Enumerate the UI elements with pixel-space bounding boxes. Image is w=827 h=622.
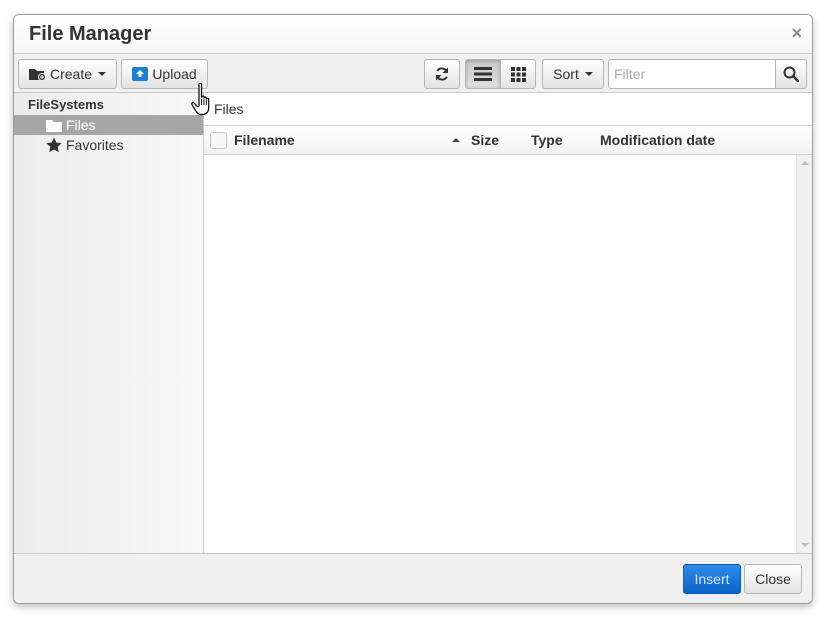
toolbar: Create Upload Sort	[14, 54, 812, 93]
upload-icon	[132, 67, 149, 81]
dialog-titlebar: File Manager ×	[14, 15, 812, 54]
sidebar-item-files[interactable]: Files	[14, 115, 203, 135]
list-view-icon	[474, 67, 492, 81]
file-list-scrollbar[interactable]	[796, 155, 812, 553]
chevron-down-icon	[584, 72, 593, 76]
sidebar-item-favorites[interactable]: Favorites	[14, 135, 203, 155]
column-filename[interactable]: Filename	[234, 132, 295, 148]
file-list-header: Filename Size Type Modification date	[204, 125, 812, 155]
column-type[interactable]: Type	[531, 132, 563, 148]
sidebar-item-label: Files	[66, 117, 96, 133]
dialog-title: File Manager	[29, 23, 152, 45]
grid-view-icon	[510, 66, 526, 82]
refresh-icon	[434, 66, 450, 82]
close-button[interactable]: Close	[744, 564, 802, 594]
filter-input[interactable]	[608, 59, 776, 89]
column-size[interactable]: Size	[471, 132, 499, 148]
chevron-down-icon	[98, 72, 107, 76]
column-modification-date[interactable]: Modification date	[600, 132, 715, 148]
star-icon	[46, 137, 62, 153]
folder-icon	[46, 117, 62, 133]
file-manager-dialog: File Manager × Create Upload Sort Filter…	[13, 14, 813, 604]
sidebar-item-label: Favorites	[66, 137, 124, 153]
upload-button[interactable]: Upload	[121, 59, 208, 89]
insert-button[interactable]: Insert	[683, 564, 741, 594]
file-list-panel: Files Filename Size Type Modification da…	[204, 93, 812, 553]
dialog-footer: Insert Close	[14, 553, 812, 603]
list-view-button[interactable]	[465, 59, 501, 89]
create-label: Create	[49, 66, 93, 82]
refresh-button[interactable]	[424, 59, 460, 89]
sort-label: Sort	[553, 66, 579, 82]
sidebar: FileSystems Files Favorites	[14, 93, 204, 553]
grid-view-button[interactable]	[500, 59, 536, 89]
search-button[interactable]	[775, 59, 807, 89]
sort-button[interactable]: Sort	[542, 59, 604, 89]
close-icon[interactable]: ×	[791, 24, 802, 42]
select-all-checkbox[interactable]	[210, 132, 227, 149]
search-icon	[783, 66, 799, 82]
scroll-up-icon[interactable]	[801, 161, 809, 165]
sort-ascending-icon	[452, 138, 460, 142]
upload-label: Upload	[152, 66, 197, 82]
breadcrumb[interactable]: Files	[214, 101, 244, 117]
tree-root-filesystems: FileSystems	[28, 97, 104, 112]
create-button[interactable]: Create	[18, 59, 117, 89]
new-folder-icon	[28, 67, 46, 81]
scroll-down-icon[interactable]	[801, 543, 809, 547]
